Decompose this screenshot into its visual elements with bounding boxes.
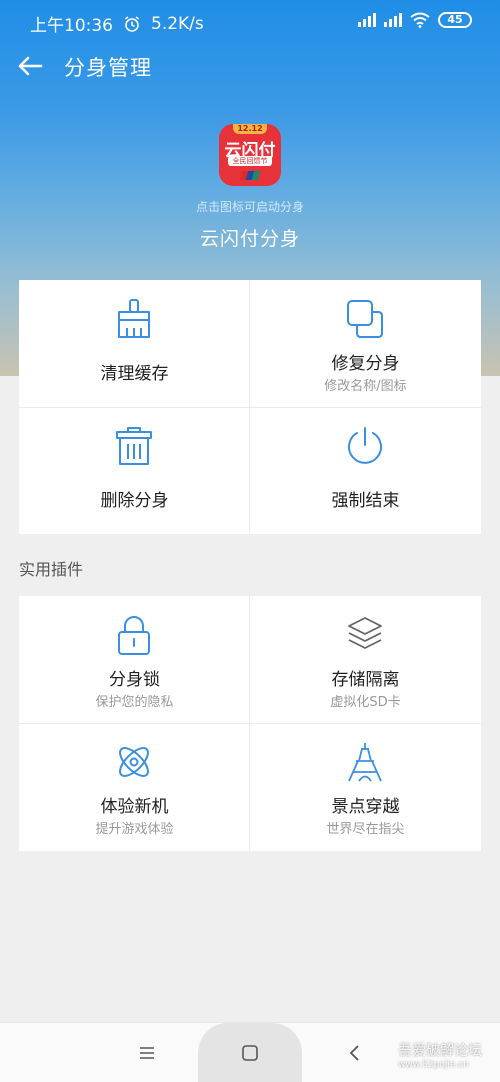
wifi-icon (410, 12, 430, 28)
new-device-button[interactable]: 体验新机 提升游戏体验 (19, 723, 250, 850)
atom-icon (119, 747, 149, 777)
home-icon[interactable] (238, 1041, 262, 1065)
storage-isolation-sublabel: 虚拟化SD卡 (330, 695, 401, 710)
clear-cache-label: 清理缓存 (100, 364, 169, 384)
clone-lock-button[interactable]: 分身锁 保护您的隐私 (19, 596, 250, 723)
status-network-speed: 5.2K/s (151, 13, 204, 34)
power-icon (348, 427, 382, 464)
clear-cache-button[interactable]: 清理缓存 (19, 280, 250, 407)
app-icon-badge: 12.12 (233, 124, 267, 134)
layers-icon (348, 617, 382, 649)
repair-clone-button[interactable]: 修复分身 修改名称/图标 (250, 280, 481, 407)
force-stop-label: 强制结束 (331, 491, 400, 511)
storage-isolation-button[interactable]: 存储隔离 虚拟化SD卡 (250, 596, 481, 723)
watermark-line1: 吾爱破解论坛 (398, 1043, 482, 1059)
eiffel-tower-icon (348, 743, 382, 782)
lock-icon (118, 616, 150, 655)
plugins-section-title: 实用插件 (19, 560, 84, 579)
clone-lock-sublabel: 保护您的隐私 (95, 695, 174, 710)
new-device-label: 体验新机 (100, 797, 169, 817)
new-device-sublabel: 提升游戏体验 (95, 822, 174, 837)
delete-clone-button[interactable]: 删除分身 (19, 407, 250, 534)
menu-icon[interactable] (135, 1041, 159, 1065)
app-icon-subtext: 全民回馈节 (228, 156, 272, 166)
location-travel-label: 景点穿越 (331, 797, 400, 817)
signal-icon (358, 13, 376, 27)
trash-icon (116, 427, 152, 465)
battery-icon: 45 (438, 12, 472, 28)
copy-icon (347, 300, 383, 338)
signal-icon-2 (384, 13, 402, 27)
watermark: 吾爱破解论坛 www.52pojie.cn (398, 1040, 482, 1070)
broom-icon (118, 299, 150, 338)
status-bar: 上午10:36 5.2K/s 45 (0, 0, 500, 44)
clone-lock-label: 分身锁 (109, 670, 160, 690)
plugins-card: 分身锁 保护您的隐私 存储隔离 虚拟化SD卡 体验新机 提升游戏体验 景点穿越 … (19, 596, 481, 851)
back-arrow-icon[interactable] (14, 50, 46, 82)
repair-clone-sublabel: 修改名称/图标 (324, 379, 407, 394)
location-travel-sublabel: 世界尽在指尖 (326, 822, 405, 837)
delete-clone-label: 删除分身 (100, 491, 169, 511)
app-name: 云闪付分身 (199, 228, 300, 250)
repair-clone-label: 修复分身 (331, 354, 400, 374)
location-travel-button[interactable]: 景点穿越 世界尽在指尖 (250, 723, 481, 850)
actions-card: 清理缓存 修复分身 修改名称/图标 删除分身 强制结束 (19, 280, 481, 534)
back-icon[interactable] (343, 1041, 367, 1065)
status-time: 上午10:36 (30, 16, 113, 36)
storage-isolation-label: 存储隔离 (331, 670, 400, 690)
alarm-icon (125, 15, 139, 32)
page-title: 分身管理 (64, 56, 152, 80)
app-icon[interactable]: 12.12 云闪付 全民回馈节 (219, 124, 281, 186)
force-stop-button[interactable]: 强制结束 (250, 407, 481, 534)
unionpay-logo (239, 171, 261, 180)
title-bar: 分身管理 (0, 44, 500, 88)
watermark-line2: www.52pojie.cn (398, 1060, 469, 1070)
launch-hint: 点击图标可启动分身 (195, 200, 304, 214)
